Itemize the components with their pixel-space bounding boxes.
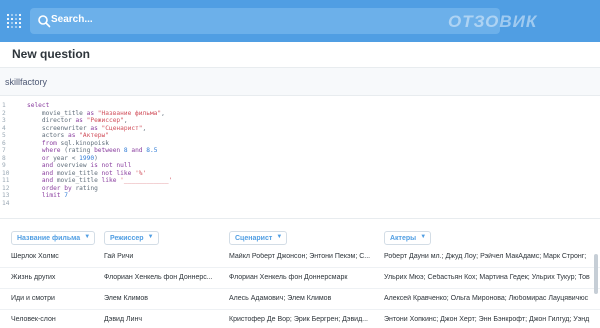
table-cell: Флориан Хенкель фон Доннерсмарк [229, 274, 348, 281]
column-header-screenwriter[interactable]: Сценарист ▼ [229, 231, 288, 245]
line-number: 14 [2, 199, 10, 207]
sql-editor[interactable]: 1 select 2 movie_title as "Название фильма… [0, 96, 600, 218]
watermark: ОТЗОВИК [448, 12, 538, 31]
table-cell: Алесь Адамович; Элем Климов [229, 295, 332, 302]
column-header-label: Название фильма [17, 235, 81, 242]
question-header: New question [0, 42, 600, 68]
table-cell: Энтони Хопкинс; Джон Херт; Энн Бэнкрофт;… [384, 316, 590, 323]
table-cell: Дэвид Линч [104, 316, 142, 323]
results-table: Название фильма ▼ Режиссер ▼ Сценарист ▼… [0, 218, 600, 328]
chevron-down-icon: ▼ [276, 234, 283, 240]
table-row: Человек-слон Дэвид Линч Кристофер Де Вор… [0, 310, 600, 328]
column-header-label: Сценарист [235, 235, 273, 242]
table-cell: Флориан Хенкель фон Доннерс... [104, 274, 213, 281]
search-icon [38, 15, 51, 28]
table-cell: Кристофер Де Вор; Эрик Бергрен; Дэвид... [229, 316, 368, 323]
table-cell: Элем Климов [104, 295, 149, 302]
chevron-down-icon: ▼ [84, 234, 91, 240]
chevron-down-icon: ▼ [420, 234, 427, 240]
database-selector[interactable]: skillfactory [5, 77, 47, 87]
database-selector-bar: skillfactory [0, 68, 600, 96]
table-cell: Гай Ричи [104, 253, 134, 260]
table-cell: Иди и смотри [11, 295, 55, 302]
search-placeholder: Search... [51, 14, 93, 25]
top-navbar: Search... ОТЗОВИК [0, 0, 600, 42]
table-row: Шерлок Холмс Гай Ричи Майкл Роберт Джонс… [0, 247, 600, 268]
table-cell: Жизнь других [11, 274, 56, 281]
chevron-down-icon: ▼ [147, 234, 154, 240]
column-header-label: Режиссер [110, 235, 144, 242]
metabase-logo-icon[interactable] [6, 12, 22, 28]
table-cell: Роберт Дауни мл.; Джуд Лоу; Рэйчел МакАд… [384, 253, 587, 260]
column-header-actors[interactable]: Актеры ▼ [384, 231, 432, 245]
table-cell: Майкл Роберт Джонсон; Энтони Пекэм; С... [229, 253, 371, 260]
page-title: New question [12, 47, 91, 61]
column-header-title[interactable]: Название фильма ▼ [11, 231, 96, 245]
column-header-label: Актеры [390, 235, 417, 242]
table-row: Жизнь других Флориан Хенкель фон Доннерс… [0, 268, 600, 289]
table-cell: Шерлок Холмс [11, 253, 59, 260]
search-input[interactable]: Search... [30, 8, 500, 34]
results-scrollbar[interactable] [594, 254, 598, 294]
column-header-director[interactable]: Режиссер ▼ [104, 231, 159, 245]
table-cell: Алексей Кравченко; Ольга Миронова; Любом… [384, 295, 589, 302]
table-row: Иди и смотри Элем Климов Алесь Адамович;… [0, 289, 600, 310]
table-cell: Человек-слон [11, 316, 56, 323]
code-line: 14 [0, 200, 600, 208]
table-cell: Ульрих Мюэ; Себастьян Кох; Мартина Гедек… [384, 274, 590, 281]
